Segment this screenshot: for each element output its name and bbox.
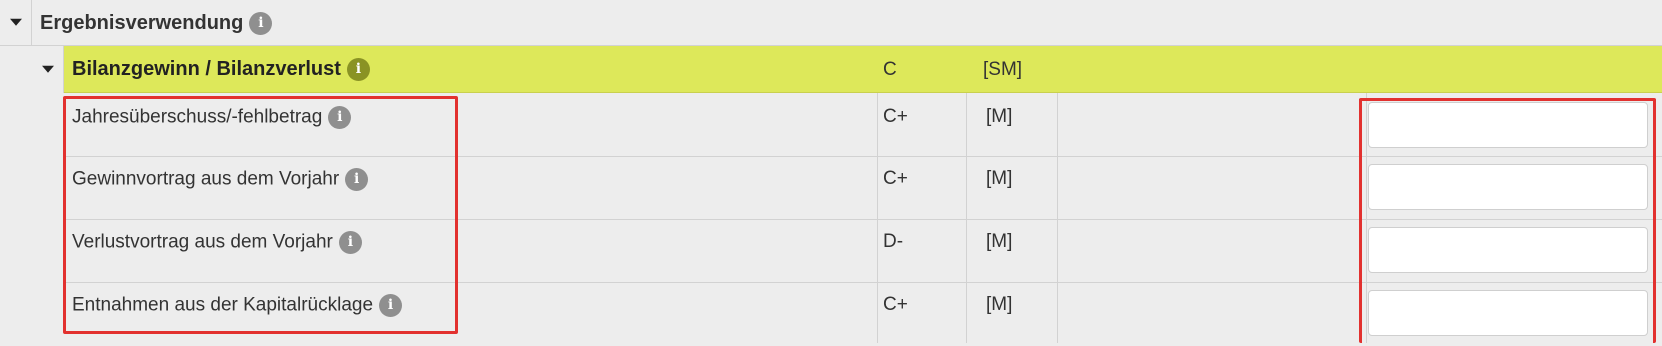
info-icon[interactable]: i bbox=[346, 58, 370, 82]
group-title-text: Bilanzgewinn / Bilanzverlust bbox=[72, 58, 341, 80]
info-icon[interactable]: i bbox=[379, 294, 403, 317]
section-title-text: Ergebnisverwendung bbox=[40, 12, 244, 34]
row-unit: [M] bbox=[986, 168, 1013, 189]
value-input[interactable] bbox=[1368, 227, 1648, 273]
row-code: C+ bbox=[883, 168, 908, 189]
section-collapse-toggle[interactable] bbox=[0, 0, 32, 46]
row-label-text: Entnahmen aus der Kapitalrücklage bbox=[72, 294, 374, 316]
group-collapse-toggle[interactable] bbox=[32, 46, 64, 93]
row-label-text: Gewinnvortrag aus dem Vorjahr bbox=[72, 168, 340, 190]
row-unit: [M] bbox=[986, 106, 1013, 127]
row-code: C+ bbox=[883, 106, 908, 127]
row-label: Gewinnvortrag aus dem Vorjahr i bbox=[72, 168, 369, 191]
caret-down-icon bbox=[41, 65, 54, 73]
section-title: Ergebnisverwendung i bbox=[40, 0, 273, 46]
group-code: C bbox=[883, 59, 897, 80]
value-input[interactable] bbox=[1368, 164, 1648, 210]
row-label: Jahresüberschuss/-fehlbetrag i bbox=[72, 106, 352, 129]
info-icon[interactable]: i bbox=[328, 106, 352, 129]
info-icon[interactable]: i bbox=[249, 12, 273, 36]
group-title: Bilanzgewinn / Bilanzverlust i bbox=[72, 46, 370, 93]
caret-down-icon bbox=[9, 18, 22, 26]
row-unit: [M] bbox=[986, 294, 1013, 315]
info-icon[interactable]: i bbox=[345, 168, 369, 191]
row-code: C+ bbox=[883, 294, 908, 315]
row-code: D- bbox=[883, 231, 904, 252]
info-icon[interactable]: i bbox=[338, 231, 362, 254]
row-label: Verlustvortrag aus dem Vorjahr i bbox=[72, 231, 362, 254]
group-unit: [SM] bbox=[983, 59, 1023, 80]
row-label-text: Verlustvortrag aus dem Vorjahr bbox=[72, 231, 333, 253]
row-label-text: Jahresüberschuss/-fehlbetrag bbox=[72, 106, 323, 128]
value-input[interactable] bbox=[1368, 102, 1648, 148]
row-label: Entnahmen aus der Kapitalrücklage i bbox=[72, 294, 403, 317]
row-unit: [M] bbox=[986, 231, 1013, 252]
value-input[interactable] bbox=[1368, 290, 1648, 336]
